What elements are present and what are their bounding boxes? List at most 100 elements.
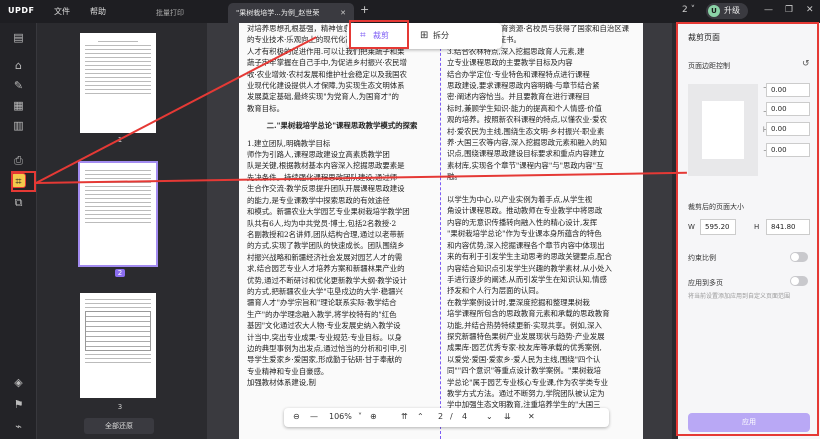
text-line: "果树栽培学总论"作为专业课本身所蕴含的特色 [447,229,602,239]
close-window-icon[interactable]: ✕ [806,5,814,15]
text-line: 标时,兼顾学生知识·能力的提高和个人情感·价值 [447,103,602,113]
split-mode-label: 拆分 [433,31,449,40]
thumbnail-label-3: 3 [117,403,123,411]
text-line: 教学方式方法。通过不断努力,学院团队被认定为 [447,388,605,398]
text-line: 在教学案例设计时,要深度挖掘和整理果树栽 [447,297,590,307]
close-pager-icon[interactable]: ✕ [528,412,535,421]
new-tab-button[interactable]: + [360,3,369,16]
form-icon[interactable]: ▦ [11,98,26,113]
text-line: 角设计课程思政。推动教师在专业教学中将思政 [447,206,603,216]
text-line: 立专业课程思政的主要教学目标及内容 [447,58,573,68]
text-line: 生产"的办学理念融入教学,将学校特有的"红色 [247,309,397,319]
text-line: 队共有6人,均为中共党员·博士,包括2名教授·2 [247,218,397,228]
text-line: 识点,围绕课程思政建设目标要求和重点内容建立 [447,149,605,159]
text-line: 生合作交流·教学反思提升团队开展课程思政建设 [247,184,405,194]
thumbnail-page-3[interactable] [80,293,156,398]
minimize-icon[interactable]: — [764,5,773,15]
zoom-out-icon[interactable]: ⊖ [293,412,300,421]
text-line: 结合办学定位·专业特色和课程特点进行课程 [447,69,590,79]
text-line: 思政建设,要求课程思政内容明确·与章节结合紧 [447,81,600,91]
page-navigation-bar: ⊖ — 106% ˅ ⊕ ⇈ ⌃ 2 / 4 ⌄ ⇊ ✕ [284,408,609,427]
right-column: 为学生教学中,教育资源·名校员与获得了国家和自治区课 程思政培训合格证书。 3.… [447,23,637,411]
text-line: 求,结合园艺专业人才培养方案和新疆林果产业的 [247,264,405,274]
bookmark-icon[interactable]: ⚑ [11,397,26,412]
text-line: 1.建立团队,明确教学目标 [247,138,331,148]
tool-sidebar: ▤ ⌂ ✎ ▦ ▥ ⎙ ⌗ ⧉ ◈ ⚑ ⌁ [0,23,37,439]
text-line: 探究新疆特色果树产业发展现状与趋势·产业发展 [447,331,605,341]
attachment-icon[interactable]: ⌁ [11,419,26,434]
layers-icon[interactable]: ◈ [11,375,26,390]
highlight-crop-tool [11,171,36,192]
split-icon: ⊞ [420,30,429,41]
upgrade-label: 升级 [724,6,740,15]
thumbnail-page-2[interactable] [78,161,158,267]
text-line: 队是关键,根据教材基本内容深入挖掘思政要素是 [247,161,405,171]
tab-batch-print[interactable]: 批量打印 [148,3,218,23]
text-line: 导学生爱家乡·爱国家,形成勤于钻研·甘于奉献的 [247,355,402,365]
convert-icon[interactable]: ⧉ [11,195,26,210]
text-line: 学总论"属于园艺专业核心专业课,作为农学类专业 [447,377,608,387]
organize-pages-icon[interactable]: ▥ [11,118,26,133]
text-line: 边的典型事例为出发点,通过恰当的分析和引申,引 [247,343,407,353]
text-line: 收·农业增效·农村发展和维护社会稳定以及我国农 [247,69,407,79]
text-line: 教育目标。 [247,103,284,113]
text-line: 成果库·园艺优秀专家·校友库等承载的优秀案例, [447,343,602,353]
text-line: 的方式,把新疆农业大学"屯垦戍边的大学·稳疆兴 [247,286,403,296]
window-count-badge: 2 ˅ [682,5,696,15]
text-line: 观的培养。按照新农科课程的特点,以懂农业·爱农 [447,115,607,125]
first-page-icon[interactable]: ⇈ [401,412,408,421]
text-line: 业现代化建设提供人才保障,为实现生态文明体系 [247,81,405,91]
zoom-value[interactable]: 106% [329,412,352,421]
prev-page-icon[interactable]: ⌃ [417,412,424,421]
zoom-in-icon[interactable]: ⊕ [370,412,377,421]
thumbnail-page-1[interactable] [80,33,156,133]
close-tab-icon[interactable]: ✕ [340,3,346,23]
text-line: 以学生为中心,以产业实例为着手点,从学生视 [447,195,593,205]
text-line: 村振兴战略和新疆经济社会发展对园艺人才的需 [247,252,403,262]
text-line: 加强教材体系建设,制 [247,378,316,388]
maximize-icon[interactable]: ❐ [785,5,793,15]
zoom-dash: — [310,412,318,421]
menu-help[interactable]: 帮助 [90,6,106,17]
edit-text-icon[interactable]: ✎ [11,78,26,93]
text-line: 内容的无意识传播转向融入性的精心设计,发挥 [447,217,598,227]
last-page-icon[interactable]: ⇊ [504,412,511,421]
ocr-icon[interactable]: ⎙ [11,153,26,168]
current-page-input[interactable]: 2 [438,412,443,421]
total-pages: 4 [462,412,468,421]
text-line: 素材库,实现各个章节"课程内容"与"思政内容"互 [447,160,604,170]
text-line: 名副教授和2名讲师,团队结构合理,通过以老带新 [247,229,405,239]
thumbnail-label-2: 2 [115,269,125,277]
text-line: 师作为引路人,课程思政建设立高素质教学团 [247,150,390,160]
zoom-dropdown-icon[interactable]: ˅ [358,412,362,421]
section-heading: 二."果树栽培学总论"课程思政教学模式的探索 [266,121,418,131]
tab-document-title: "果树栽培学...为例_赵世荣 [236,9,320,17]
text-line: 专业精神和专业自豪感。 [247,366,329,376]
text-line: 内容结合知识点引发学生兴趣的教学素材,从小处入 [447,263,612,273]
text-line: 优势,通过不断研讨和优化更新教学大纲·教学设计 [247,275,407,285]
document-viewport[interactable]: 对培养思想孔根基强，精神信息，创新思想，乡村 的专业技术·乐观向上的现代化高素质… [207,23,672,439]
avatar: U [708,5,720,17]
sidebar-toggle-icon[interactable]: ▤ [11,30,26,45]
text-line: 疆育人才"办学宗旨和"理论联系实际·教学结合 [247,298,397,308]
text-line: 手进行逐步的阐述,从而引发学生在知识认知,情感 [447,274,607,284]
text-line: 功能,并结合热势特续更新·实现共享。例如,深入 [447,320,602,330]
highlight-crop-mode [349,20,409,49]
page-separator: / [450,412,453,421]
text-line: 基因"文化通过农大人物·专业发展史纳入教学设 [247,321,401,331]
tab-document[interactable]: "果树栽培学...为例_赵世荣 ✕ [228,3,354,23]
crop-guide-line[interactable] [440,38,441,439]
text-line: 村·爱农民为主线,围绕生态文明·乡村振兴·职业素 [447,126,605,136]
upgrade-button[interactable]: U 升级 [706,3,748,19]
split-mode-button[interactable]: ⊞ 拆分 [415,27,455,45]
menu-file[interactable]: 文件 [54,6,70,17]
text-line: 抒发和个人行为层面的认同。 [447,286,544,296]
stamp-icon[interactable]: ⌂ [11,58,26,73]
app-logo: UPDF [8,6,35,15]
restore-all-button[interactable]: 全部还原 [84,418,154,434]
text-line: 和模式。新疆农业大学园艺专业果树栽培学教学团 [247,207,410,217]
pdf-page: 对培养思想孔根基强，精神信息，创新思想，乡村 的专业技术·乐观向上的现代化高素质… [239,23,643,439]
next-page-icon[interactable]: ⌄ [486,412,493,421]
text-line: 培学课程所包含的思政教育元素和承载的思政教育 [447,309,610,319]
text-line: 的方式,实现了教学团队的快速成长。团队围绕乡 [247,241,405,251]
